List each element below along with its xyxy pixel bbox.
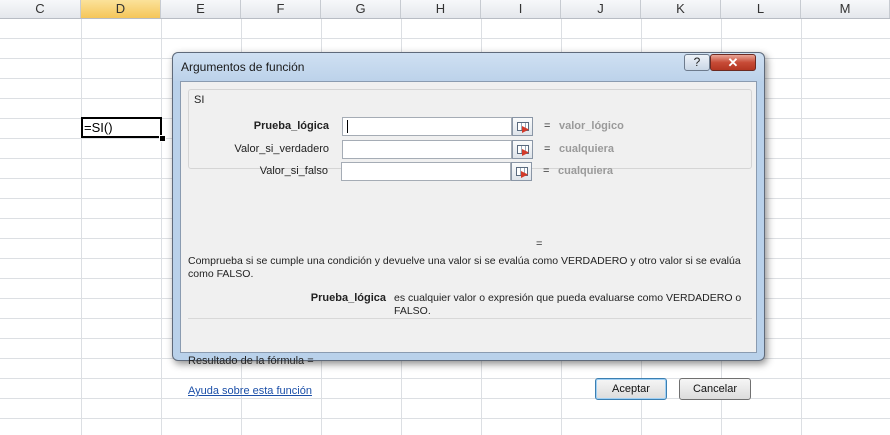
column-header-j[interactable]: J	[561, 0, 641, 18]
equals-sign: =	[544, 120, 551, 132]
dialog-titlebar[interactable]: Argumentos de función ? ✕	[173, 53, 764, 81]
close-icon[interactable]: ✕	[710, 54, 756, 71]
column-header-d[interactable]: D	[81, 0, 161, 18]
column-headers: C D E F G H I J K L M	[0, 0, 890, 19]
divider	[188, 318, 752, 319]
grid-row-line	[0, 38, 890, 39]
arg-label-valor-si-verdadero: Valor_si_verdadero	[234, 143, 329, 155]
current-argument-name: Prueba_lógica	[310, 292, 386, 304]
grid-column-line	[81, 19, 82, 435]
current-argument-description: es cualquier valor o expresión que pueda…	[394, 292, 742, 317]
arg-result-valor-si-verdadero: cualquiera	[559, 143, 615, 155]
grid-column-line	[801, 19, 802, 435]
help-icon[interactable]: ?	[684, 54, 710, 71]
function-result-equals: =	[536, 238, 543, 250]
grid-column-line	[161, 19, 162, 435]
function-arguments-dialog: Argumentos de función ? ✕ SI Prueba_lógi…	[172, 52, 765, 400]
column-header-i[interactable]: I	[481, 0, 561, 18]
formula-result-label: Resultado de la fórmula =	[188, 355, 314, 367]
text-caret	[347, 120, 348, 133]
grid-row-line	[0, 398, 890, 399]
arg-result-prueba-logica: valor_lógico	[559, 120, 624, 132]
fill-handle[interactable]	[159, 135, 166, 142]
arguments-group: SI Prueba_lógica = valor_lógico Valor_si…	[188, 89, 752, 169]
arg-label-valor-si-falso: Valor_si_falso	[259, 165, 328, 177]
function-name: SI	[194, 94, 205, 106]
column-header-k[interactable]: K	[641, 0, 721, 18]
dialog-body: SI Prueba_lógica = valor_lógico Valor_si…	[180, 81, 757, 400]
column-header-f[interactable]: F	[241, 0, 321, 18]
arg-result-valor-si-falso: cualquiera	[558, 165, 614, 177]
ok-button[interactable]: Aceptar	[595, 378, 667, 400]
arg-input-prueba-logica[interactable]	[342, 117, 512, 136]
grid-row-line	[0, 418, 890, 419]
column-header-l[interactable]: L	[721, 0, 801, 18]
column-header-m[interactable]: M	[801, 0, 890, 18]
column-header-c[interactable]: C	[0, 0, 81, 18]
dialog-title: Argumentos de función	[181, 60, 305, 74]
collapse-dialog-icon[interactable]	[512, 140, 533, 159]
function-help-link[interactable]: Ayuda sobre esta función	[188, 385, 312, 397]
function-description: Comprueba si se cumple una condición y d…	[188, 255, 741, 280]
collapse-dialog-icon[interactable]	[512, 117, 533, 136]
arg-input-valor-si-verdadero[interactable]	[342, 140, 512, 159]
arg-input-valor-si-falso[interactable]	[341, 162, 511, 181]
equals-sign: =	[543, 165, 550, 177]
column-header-g[interactable]: G	[321, 0, 401, 18]
column-header-e[interactable]: E	[161, 0, 241, 18]
column-header-h[interactable]: H	[401, 0, 481, 18]
grid-row-line	[0, 378, 890, 379]
arg-label-prueba-logica: Prueba_lógica	[253, 120, 329, 132]
equals-sign: =	[544, 143, 551, 155]
collapse-dialog-icon[interactable]	[511, 162, 532, 181]
active-cell[interactable]: =SI()	[81, 117, 162, 138]
cancel-button[interactable]: Cancelar	[679, 378, 751, 400]
